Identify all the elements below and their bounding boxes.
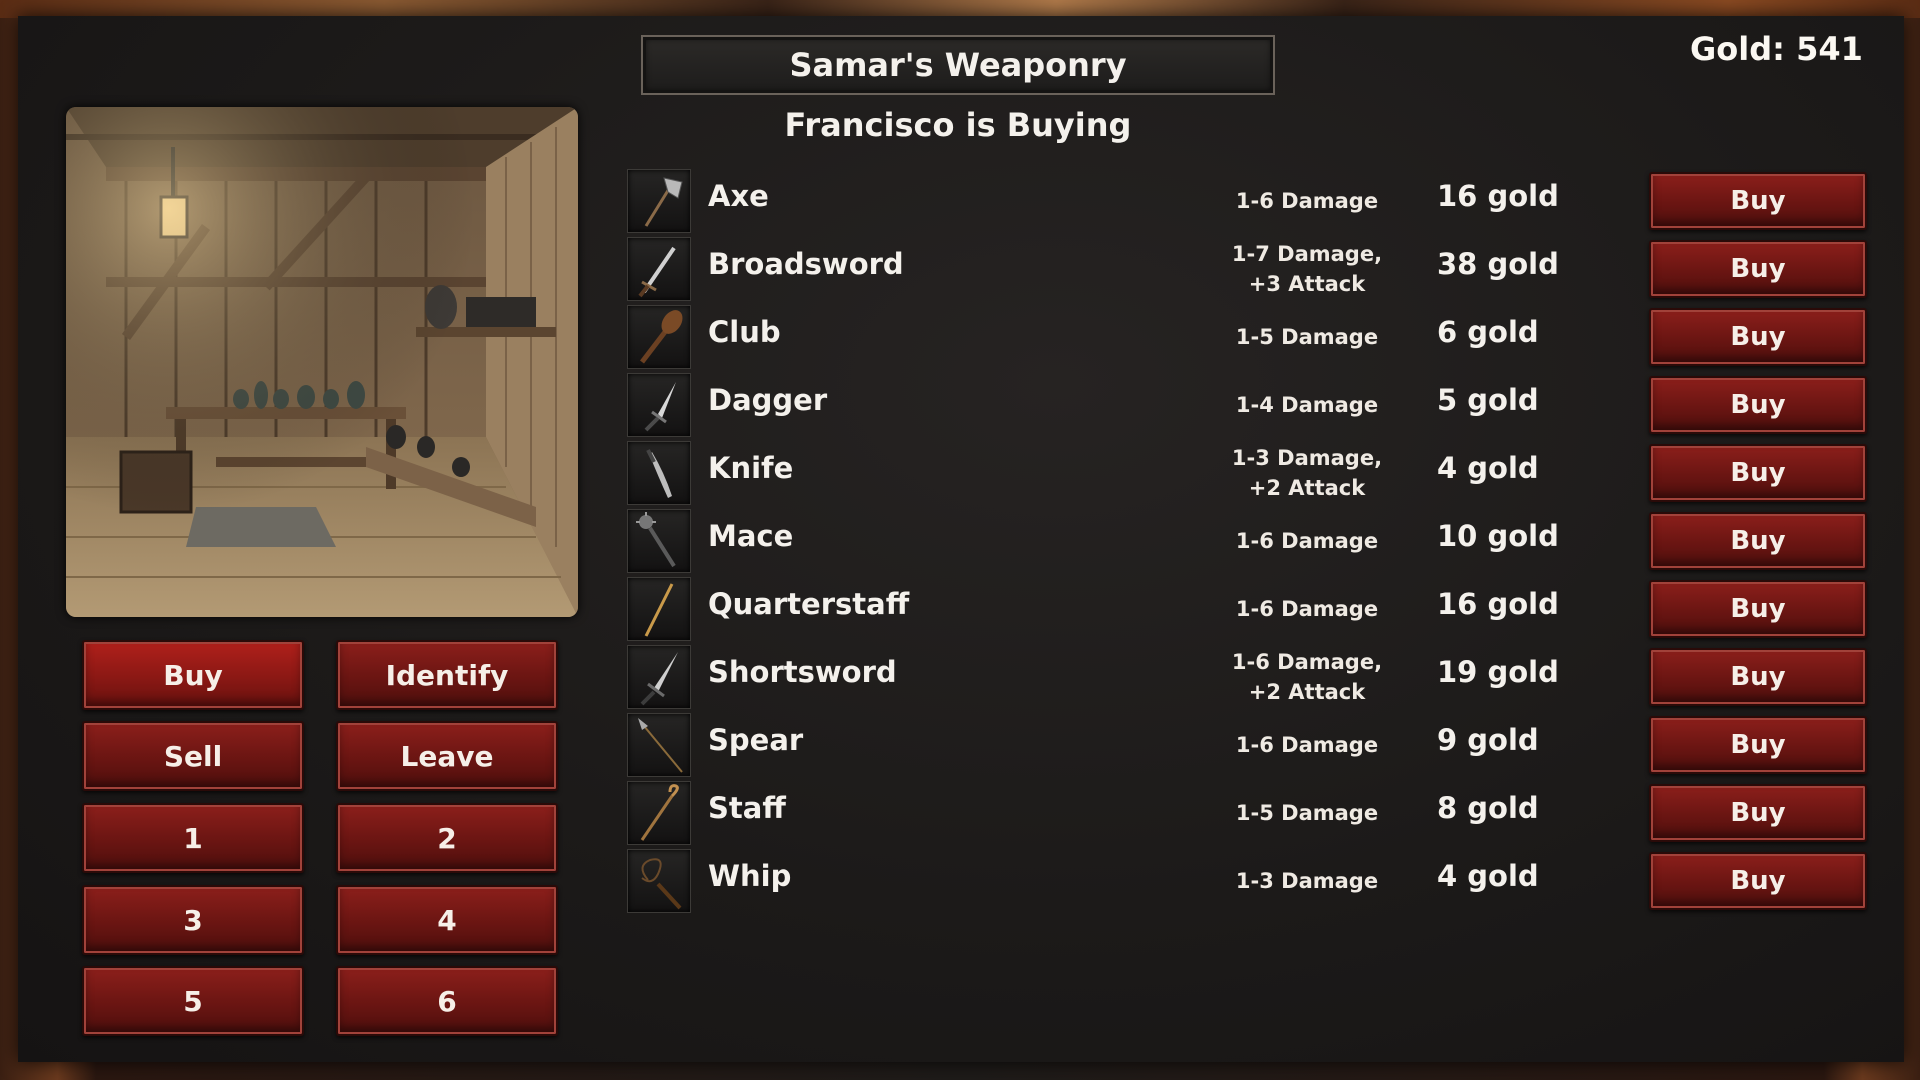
buy-button-axe[interactable]: Buy bbox=[1649, 172, 1867, 230]
item-row-knife: Knife 1-3 Damage, +2 Attack 4 gold Buy bbox=[627, 441, 1867, 505]
item-row-broadsword: Broadsword 1-7 Damage, +3 Attack 38 gold… bbox=[627, 237, 1867, 301]
spear-icon bbox=[627, 713, 691, 777]
item-stats: 1-4 Damage bbox=[1235, 393, 1379, 417]
knife-icon bbox=[627, 441, 691, 505]
item-row-staff: Staff 1-5 Damage 8 gold Buy bbox=[627, 781, 1867, 845]
item-price: 10 gold bbox=[1437, 519, 1559, 553]
item-name: Spear bbox=[708, 723, 804, 757]
item-name: Staff bbox=[708, 791, 786, 825]
item-stats: 1-6 Damage bbox=[1235, 597, 1379, 621]
item-price: 19 gold bbox=[1437, 655, 1559, 689]
buy-button-quarterstaff[interactable]: Buy bbox=[1649, 580, 1867, 638]
slot-6-button[interactable]: 6 bbox=[336, 966, 558, 1036]
club-icon bbox=[627, 305, 691, 369]
gold-counter: Gold: 541 bbox=[1690, 30, 1863, 68]
item-row-axe: Axe 1-6 Damage 16 gold Buy bbox=[627, 169, 1867, 233]
slot-5-button[interactable]: 5 bbox=[82, 966, 304, 1036]
item-price: 4 gold bbox=[1437, 859, 1539, 893]
item-stats: 1-5 Damage bbox=[1235, 325, 1379, 349]
shop-title: Samar's Weaponry bbox=[641, 35, 1275, 95]
item-name: Broadsword bbox=[708, 247, 904, 281]
buyer-subtitle: Francisco is Buying bbox=[784, 106, 1132, 144]
item-name: Quarterstaff bbox=[708, 587, 910, 621]
item-name: Knife bbox=[708, 451, 794, 485]
item-price: 38 gold bbox=[1437, 247, 1559, 281]
buy-button-shortsword[interactable]: Buy bbox=[1649, 648, 1867, 706]
item-stats: 1-3 Damage, +2 Attack bbox=[1231, 446, 1383, 500]
axe-icon bbox=[627, 169, 691, 233]
buy-button-spear[interactable]: Buy bbox=[1649, 716, 1867, 774]
staff-icon bbox=[627, 781, 691, 845]
item-name: Dagger bbox=[708, 383, 828, 417]
buy-button-knife[interactable]: Buy bbox=[1649, 444, 1867, 502]
item-row-shortsword: Shortsword 1-6 Damage, +2 Attack 19 gold… bbox=[627, 645, 1867, 709]
item-name: Mace bbox=[708, 519, 794, 553]
buy-mode-button[interactable]: Buy bbox=[82, 640, 304, 710]
leave-button[interactable]: Leave bbox=[336, 721, 558, 791]
item-name: Whip bbox=[708, 859, 792, 893]
item-name: Club bbox=[708, 315, 781, 349]
item-row-mace: Mace 1-6 Damage 10 gold Buy bbox=[627, 509, 1867, 573]
item-row-spear: Spear 1-6 Damage 9 gold Buy bbox=[627, 713, 1867, 777]
buy-button-club[interactable]: Buy bbox=[1649, 308, 1867, 366]
buy-button-mace[interactable]: Buy bbox=[1649, 512, 1867, 570]
item-price: 8 gold bbox=[1437, 791, 1539, 825]
item-row-quarterstaff: Quarterstaff 1-6 Damage 16 gold Buy bbox=[627, 577, 1867, 641]
item-row-whip: Whip 1-3 Damage 4 gold Buy bbox=[627, 849, 1867, 913]
buy-button-staff[interactable]: Buy bbox=[1649, 784, 1867, 842]
item-stats: 1-6 Damage, +2 Attack bbox=[1231, 650, 1383, 704]
item-stats: 1-3 Damage bbox=[1235, 869, 1379, 893]
item-price: 4 gold bbox=[1437, 451, 1539, 485]
buy-button-dagger[interactable]: Buy bbox=[1649, 376, 1867, 434]
dagger-icon bbox=[627, 373, 691, 437]
item-name: Shortsword bbox=[708, 655, 897, 689]
buy-button-broadsword[interactable]: Buy bbox=[1649, 240, 1867, 298]
slot-3-button[interactable]: 3 bbox=[82, 885, 304, 955]
slot-4-button[interactable]: 4 bbox=[336, 885, 558, 955]
item-price: 16 gold bbox=[1437, 587, 1559, 621]
slot-1-button[interactable]: 1 bbox=[82, 803, 304, 873]
item-name: Axe bbox=[708, 179, 769, 213]
item-stats: 1-6 Damage bbox=[1235, 529, 1379, 553]
buy-button-whip[interactable]: Buy bbox=[1649, 852, 1867, 910]
shortsword-icon bbox=[627, 645, 691, 709]
item-price: 6 gold bbox=[1437, 315, 1539, 349]
item-price: 16 gold bbox=[1437, 179, 1559, 213]
item-stats: 1-5 Damage bbox=[1235, 801, 1379, 825]
item-price: 9 gold bbox=[1437, 723, 1539, 757]
broadsword-icon bbox=[627, 237, 691, 301]
item-row-dagger: Dagger 1-4 Damage 5 gold Buy bbox=[627, 373, 1867, 437]
slot-2-button[interactable]: 2 bbox=[336, 803, 558, 873]
whip-icon bbox=[627, 849, 691, 913]
item-row-club: Club 1-5 Damage 6 gold Buy bbox=[627, 305, 1867, 369]
item-price: 5 gold bbox=[1437, 383, 1539, 417]
item-stats: 1-6 Damage bbox=[1235, 189, 1379, 213]
mace-icon bbox=[627, 509, 691, 573]
shop-interior-image bbox=[66, 107, 578, 617]
item-stats: 1-6 Damage bbox=[1235, 733, 1379, 757]
quarterstaff-icon bbox=[627, 577, 691, 641]
item-stats: 1-7 Damage, +3 Attack bbox=[1231, 242, 1383, 296]
sell-button[interactable]: Sell bbox=[82, 721, 304, 791]
identify-button[interactable]: Identify bbox=[336, 640, 558, 710]
